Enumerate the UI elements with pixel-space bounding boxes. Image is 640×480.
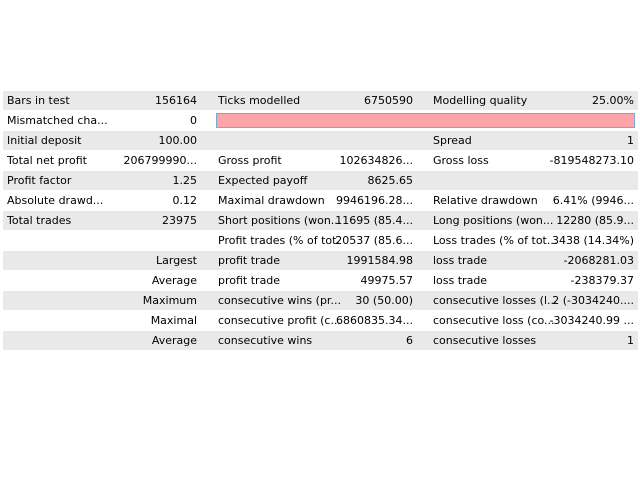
value-average-profit-trade: 49975.57 — [360, 274, 414, 287]
label-absolute-drawdown: Absolute drawd... — [7, 194, 104, 207]
value-long-positions: 12280 (85.9... — [556, 214, 634, 227]
label-expected-payoff: Expected payoff — [218, 174, 308, 187]
modelling-quality-bar — [216, 113, 635, 128]
label-short-positions: Short positions (won... — [218, 214, 340, 227]
label-maximum: Maximum — [142, 294, 197, 307]
value-bars-in-test: 156164 — [155, 94, 197, 107]
value-modelling-quality: 25.00% — [592, 94, 634, 107]
value-short-positions: 11695 (85.4... — [335, 214, 413, 227]
label-bars-in-test: Bars in test — [7, 94, 70, 107]
label-maximal-consecutive-profit: consecutive profit (c... — [218, 314, 340, 327]
row-total-net-profit: Total net profit 206799990... Gross prof… — [3, 151, 638, 171]
value-relative-drawdown: 6.41% (9946... — [552, 194, 634, 207]
label-largest-profit-trade: profit trade — [218, 254, 281, 267]
label-initial-deposit: Initial deposit — [7, 134, 82, 147]
label-max-consecutive-wins: consecutive wins (pr... — [218, 294, 340, 307]
value-profit-factor: 1.25 — [172, 174, 198, 187]
value-max-consecutive-losses: 2 (-3034240.... — [552, 294, 634, 307]
value-average-loss-trade: -238379.37 — [570, 274, 634, 287]
value-loss-trades: 3438 (14.34%) — [551, 234, 634, 247]
value-gross-profit: 102634826... — [339, 154, 413, 167]
label-average: Average — [151, 274, 197, 287]
value-initial-deposit: 100.00 — [158, 134, 198, 147]
label-empty — [7, 231, 127, 251]
value-max-consecutive-wins: 30 (50.00) — [355, 294, 413, 307]
label-maximal-drawdown: Maximal drawdown — [218, 194, 325, 207]
row-average: Average profit trade 49975.57 loss trade… — [3, 271, 638, 291]
value-empty — [323, 131, 413, 151]
value-maximal-consecutive-profit: 6860835.34... — [336, 314, 413, 327]
row-mismatched-charts: Mismatched cha... 0 — [3, 111, 638, 131]
value-average-consecutive-wins: 6 — [406, 334, 413, 347]
value-ticks-modelled: 6750590 — [364, 94, 413, 107]
value-largest-loss-trade: -2068281.03 — [563, 254, 634, 267]
value-expected-payoff: 8625.65 — [367, 174, 414, 187]
label-profit-factor: Profit factor — [7, 174, 72, 187]
label-maximal: Maximal — [150, 314, 197, 327]
row-absolute-drawdown: Absolute drawd... 0.12 Maximal drawdown … — [3, 191, 638, 211]
value-total-net-profit: 206799990... — [123, 154, 197, 167]
label-profit-trades: Profit trades (% of tot... — [218, 234, 340, 247]
value-empty — [113, 231, 197, 251]
label-total-net-profit: Total net profit — [7, 154, 87, 167]
value-absolute-drawdown: 0.12 — [172, 194, 198, 207]
label-largest: Largest — [156, 254, 197, 267]
label-gross-profit: Gross profit — [218, 154, 282, 167]
row-bars-in-test: Bars in test 156164 Ticks modelled 67505… — [3, 91, 638, 111]
label-mismatched-charts: Mismatched cha... — [7, 114, 108, 127]
row-initial-deposit: Initial deposit 100.00 Spread 1 — [3, 131, 638, 151]
label-empty — [218, 131, 340, 151]
backtest-report-table: Bars in test 156164 Ticks modelled 67505… — [3, 91, 638, 351]
value-mismatched-charts: 0 — [190, 114, 197, 127]
row-profit-loss-trades: Profit trades (% of tot... 20537 (85.6..… — [3, 231, 638, 251]
value-empty — [533, 171, 634, 191]
row-maximal: Maximal consecutive profit (c... 6860835… — [3, 311, 638, 331]
value-gross-loss: -819548273.10 — [549, 154, 634, 167]
value-profit-trades: 20537 (85.6... — [335, 234, 413, 247]
value-spread: 1 — [627, 134, 634, 147]
row-average-consecutive: Average consecutive wins 6 consecutive l… — [3, 331, 638, 351]
value-maximal-consecutive-loss: -3034240.99 ... — [549, 314, 634, 327]
label-total-trades: Total trades — [7, 214, 72, 227]
row-largest: Largest profit trade 1991584.98 loss tra… — [3, 251, 638, 271]
label-average-consecutive: Average — [151, 334, 197, 347]
row-total-trades: Total trades 23975 Short positions (won.… — [3, 211, 638, 231]
value-total-trades: 23975 — [162, 214, 197, 227]
value-largest-profit-trade: 1991584.98 — [346, 254, 413, 267]
label-average-consecutive-wins: consecutive wins — [218, 334, 313, 347]
label-average-profit-trade: profit trade — [218, 274, 281, 287]
label-ticks-modelled: Ticks modelled — [218, 94, 301, 107]
value-maximal-drawdown: 9946196.28... — [336, 194, 413, 207]
row-profit-factor: Profit factor 1.25 Expected payoff 8625.… — [3, 171, 638, 191]
row-maximum: Maximum consecutive wins (pr... 30 (50.0… — [3, 291, 638, 311]
value-average-consecutive-losses: 1 — [627, 334, 634, 347]
